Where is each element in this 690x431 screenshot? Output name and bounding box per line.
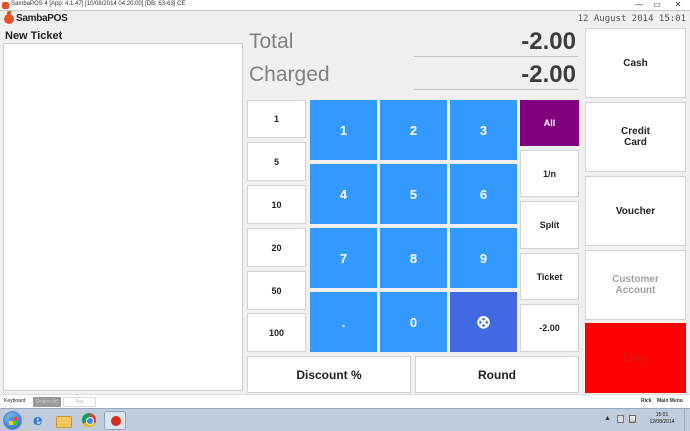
chrome-icon[interactable] <box>78 411 100 430</box>
bar-tab[interactable]: Bar <box>63 397 96 407</box>
sambapos-task-icon[interactable] <box>104 411 126 430</box>
quick-amount-50[interactable]: 50 <box>247 271 306 310</box>
minimize-button[interactable]: — <box>630 0 648 10</box>
keypad-6[interactable]: 6 <box>450 164 517 224</box>
show-desktop-button[interactable] <box>684 409 690 431</box>
ticket-title: New Ticket <box>5 30 63 42</box>
round-button[interactable]: Round <box>415 356 579 393</box>
split-ticket-button[interactable]: Ticket <box>520 253 579 300</box>
split-button[interactable]: Split <box>520 201 579 249</box>
charged-value: -2.00 <box>414 60 578 90</box>
file-explorer-icon[interactable] <box>52 411 74 430</box>
tray-expand-icon[interactable]: ▲ <box>604 415 611 422</box>
quick-amount-1[interactable]: 1 <box>247 100 306 138</box>
customer-account-button[interactable]: Customer Account <box>585 250 686 320</box>
keypad-2[interactable]: 2 <box>380 100 447 160</box>
internet-explorer-icon[interactable] <box>28 411 50 430</box>
logo-text: SambaPOS <box>16 13 68 24</box>
split-amount-button[interactable]: -2.00 <box>520 304 579 352</box>
credit-card-button[interactable]: Credit Card <box>585 102 686 172</box>
sambapos-logo: SambaPOS <box>4 11 68 25</box>
keypad-clear-icon[interactable]: ⊗ <box>450 292 517 352</box>
keypad-9[interactable]: 9 <box>450 228 517 288</box>
maximize-button[interactable]: ▭ <box>648 0 666 10</box>
taskbar-clock[interactable]: 15:01 12/08/2014 <box>644 412 680 426</box>
discount-percent-button[interactable]: Discount % <box>247 356 411 393</box>
split-all-button[interactable]: All <box>520 100 579 146</box>
action-center-icon[interactable] <box>617 415 624 423</box>
taskbar-time: 15:01 <box>655 412 669 418</box>
quick-amount-5[interactable]: 5 <box>247 142 306 181</box>
window-title: SambaPOS 4 [App: 4.1.47] [10/08/2014 04:… <box>11 1 186 7</box>
app-icon <box>2 2 9 9</box>
keypad-8[interactable]: 8 <box>380 228 447 288</box>
taskbar-date: 12/08/2014 <box>649 419 675 425</box>
split-1n-button[interactable]: 1/n <box>520 150 579 197</box>
keypad-5[interactable]: 5 <box>380 164 447 224</box>
keypad-decimal[interactable]: . <box>310 292 377 352</box>
network-icon[interactable] <box>629 415 636 423</box>
voucher-button[interactable]: Voucher <box>585 176 686 246</box>
header-datetime: 12 August 2014 15:01 <box>577 14 686 24</box>
keypad-1[interactable]: 1 <box>310 100 377 160</box>
quick-amount-20[interactable]: 20 <box>247 228 306 267</box>
keypad-7[interactable]: 7 <box>310 228 377 288</box>
keypad-4[interactable]: 4 <box>310 164 377 224</box>
orders-tab[interactable]: Orders (tr) <box>33 397 61 407</box>
user-name[interactable]: Rick <box>641 398 652 404</box>
cash-button[interactable]: Cash <box>585 28 686 98</box>
quick-amount-100[interactable]: 100 <box>247 313 306 352</box>
quick-amount-10[interactable]: 10 <box>247 185 306 224</box>
window-title-bar: SambaPOS 4 [App: 4.1.47] [10/08/2014 04:… <box>0 0 690 11</box>
sambapos-logo-icon <box>4 11 14 24</box>
total-label: Total <box>249 30 294 53</box>
charged-label: Charged <box>249 63 330 86</box>
start-orb-icon[interactable] <box>3 411 22 430</box>
keypad-3[interactable]: 3 <box>450 100 517 160</box>
ticket-order-list[interactable] <box>3 43 243 391</box>
main-menu-button[interactable]: Main Menu <box>657 398 683 404</box>
close-ticket-button[interactable]: Close <box>585 323 686 393</box>
status-strip: Keyboard Orders (tr) Bar Rick Main Menu <box>0 394 690 408</box>
keyboard-button[interactable]: Keyboard <box>4 398 25 404</box>
windows-taskbar: ▲ 15:01 12/08/2014 <box>0 408 690 431</box>
total-value: -2.00 <box>414 27 578 57</box>
window-close-button[interactable]: ✕ <box>666 0 690 10</box>
keypad-0[interactable]: 0 <box>380 292 447 352</box>
